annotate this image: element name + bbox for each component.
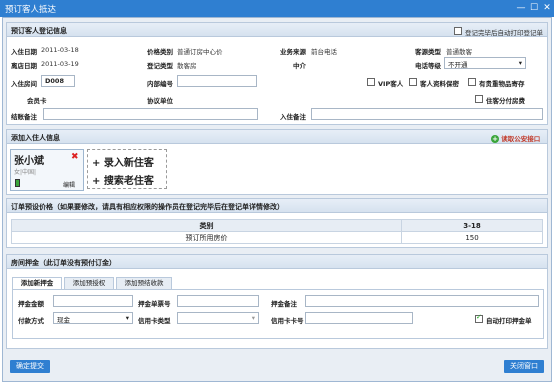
- checkout-date-value: 2011-03-19: [41, 60, 79, 68]
- tab-new-deposit[interactable]: 添加新押金: [12, 277, 62, 289]
- pay-method-label: 付款方式: [18, 317, 44, 325]
- member-card-label: 会员卡: [27, 97, 47, 105]
- pricing-title: 订单预设价格（如果要修改，请具有相应权限的操作员在登记完毕后在登记单详情修改）: [11, 203, 284, 211]
- checkin-date-value: 2011-03-18: [41, 46, 79, 54]
- auto-print-deposit-checkbox[interactable]: [475, 315, 483, 323]
- guest-name: 张小斌: [14, 156, 44, 167]
- pay-method-value: 现金: [57, 316, 70, 324]
- guest-sub-info: 女|中国|: [14, 169, 37, 176]
- pricing-header: 订单预设价格（如果要修改，请具有相应权限的操作员在登记完毕后在登记单详情修改）: [7, 199, 547, 213]
- guest-type-value: 普通散客: [446, 48, 472, 56]
- auto-print-checkbox[interactable]: [454, 27, 462, 35]
- checkout-note-input[interactable]: [43, 108, 258, 120]
- pricing-section: 订单预设价格（如果要修改，请具有相应权限的操作员在登记完毕后在登记单详情修改） …: [6, 198, 548, 248]
- card-no-label: 信用卡卡号: [271, 317, 304, 325]
- deposit-title: 房间押金（此订单没有预付订金）: [11, 259, 116, 267]
- auto-print-deposit-label: 自动打印押金单: [486, 317, 532, 325]
- phone-level-select[interactable]: 不开通 ▾: [444, 57, 526, 69]
- split-pay-checkbox[interactable]: [475, 95, 483, 103]
- confirm-button[interactable]: 确定提交: [10, 360, 50, 373]
- receipt-label: 押金单票号: [138, 300, 171, 308]
- tab-prepay[interactable]: 添加预结收款: [116, 277, 172, 289]
- receipt-input[interactable]: [177, 295, 259, 307]
- chevron-down-icon: ▾: [125, 314, 129, 322]
- source-label: 业务来源: [280, 48, 306, 56]
- card-type-label: 信用卡类型: [138, 317, 171, 325]
- agreement-label: 协议单位: [147, 97, 173, 105]
- confidential-checkbox[interactable]: [409, 78, 417, 86]
- internal-no-label: 内部编号: [147, 80, 173, 88]
- reg-type-value: 散客房: [177, 62, 197, 70]
- remove-guest-icon[interactable]: ✖: [71, 152, 79, 162]
- read-id-link[interactable]: + 读取公安接口: [491, 133, 540, 143]
- note-input[interactable]: [305, 295, 539, 307]
- source-value: 前台电话: [311, 48, 337, 56]
- add-guest-header: 添加入住人信息: [7, 130, 547, 144]
- deposit-header: 房间押金（此订单没有预付订金）: [7, 255, 547, 269]
- title-bar: 预订客人抵达 — ☐ ✕: [0, 0, 554, 17]
- col-category: 类别: [11, 219, 402, 232]
- checkout-date-label: 离店日期: [11, 62, 37, 70]
- close-icon[interactable]: ✕: [541, 2, 553, 14]
- add-guest-section: 添加入住人信息 + 读取公安接口 张小斌 ✖ 女|中国| 编辑 + 录入新住客 …: [6, 129, 548, 195]
- amount-input[interactable]: [53, 295, 133, 307]
- internal-no-input[interactable]: [177, 75, 257, 87]
- confidential-label: 客人资料保密: [420, 80, 459, 88]
- room-label: 入住房间: [11, 80, 37, 88]
- pay-method-select[interactable]: 现金 ▾: [53, 312, 133, 324]
- reg-type-label: 登记类型: [147, 62, 173, 70]
- guest-actions-box: + 录入新住客 + 搜索老住客: [87, 149, 167, 189]
- note-label: 押金备注: [271, 300, 297, 308]
- new-guest-button[interactable]: + 录入新住客: [92, 154, 154, 169]
- guest-type-label: 客源类型: [415, 48, 441, 56]
- price-table: 类别 3-18 预订所用房价 150: [11, 219, 543, 244]
- phone-level-value: 不开通: [448, 61, 468, 69]
- phone-level-label: 电话等级: [415, 62, 441, 70]
- minimize-icon[interactable]: —: [515, 2, 527, 14]
- window-title: 预订客人抵达: [5, 5, 57, 15]
- edit-guest-link[interactable]: 编辑: [63, 180, 75, 189]
- price-type-label: 价格类别: [147, 48, 173, 56]
- valuables-checkbox[interactable]: [468, 78, 476, 86]
- price-type-value: 普通订房中心价: [177, 48, 223, 56]
- deposit-section: 房间押金（此订单没有预付订金） 添加新押金 添加预授权 添加预结收款 押金金额 …: [6, 254, 548, 349]
- card-type-select[interactable]: ▾: [177, 312, 259, 324]
- maximize-icon[interactable]: ☐: [528, 2, 540, 14]
- checkin-note-input[interactable]: [311, 108, 543, 120]
- checkin-note-label: 入住备注: [280, 113, 306, 121]
- deposit-form: 押金金额 押金单票号 押金备注 付款方式 现金 ▾ 信用卡类型 ▾ 信用卡卡号 …: [12, 289, 544, 339]
- checkout-note-label: 结账备注: [11, 113, 37, 121]
- amount-label: 押金金额: [18, 300, 44, 308]
- guest-card[interactable]: 张小斌 ✖ 女|中国| 编辑: [10, 149, 84, 191]
- guest-info-title: 预订客人登记信息: [11, 27, 67, 35]
- vip-label: VIP客人: [378, 80, 404, 88]
- row-label: 预订所用房价: [11, 231, 402, 244]
- guest-info-section: 预订客人登记信息 登记完毕后自动打印登记单 入住日期 2011-03-18 价格…: [6, 22, 548, 125]
- vip-checkbox[interactable]: [367, 78, 375, 86]
- auto-print-label: 登记完毕后自动打印登记单: [465, 29, 543, 37]
- split-pay-label: 住客分付房费: [486, 97, 525, 105]
- card-no-input[interactable]: [305, 312, 413, 324]
- battery-icon: [15, 179, 20, 187]
- tab-preauth[interactable]: 添加预授权: [64, 277, 114, 289]
- price-table-header: 类别 3-18: [11, 219, 543, 232]
- read-id-label: 读取公安接口: [501, 135, 541, 143]
- chevron-down-icon: ▾: [251, 314, 255, 322]
- table-row: 预订所用房价 150: [11, 231, 543, 244]
- checkin-date-label: 入住日期: [11, 48, 37, 56]
- close-window-button[interactable]: 关闭窗口: [504, 360, 544, 373]
- room-input[interactable]: D008: [41, 75, 75, 87]
- chevron-down-icon: ▾: [518, 59, 522, 67]
- col-date: 3-18: [401, 219, 543, 232]
- search-guest-button[interactable]: + 搜索老住客: [92, 172, 154, 187]
- row-value: 150: [401, 231, 543, 244]
- add-icon: +: [491, 135, 499, 143]
- agent-label: 中介: [293, 62, 306, 70]
- valuables-label: 有贵重物品寄存: [479, 80, 525, 88]
- add-guest-title: 添加入住人信息: [11, 134, 60, 142]
